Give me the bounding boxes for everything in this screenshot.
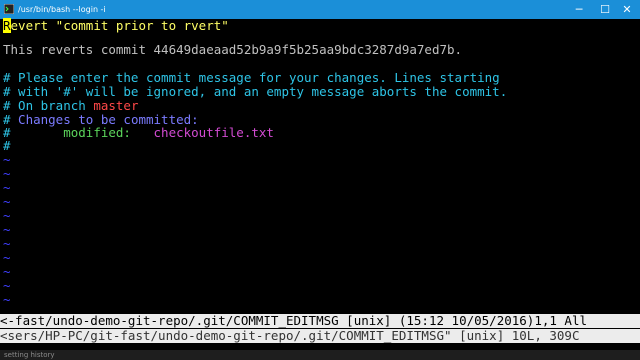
empty-line-tilde: ~	[3, 278, 11, 293]
editor-line-7: # On branch master	[3, 99, 138, 113]
editor-line-3: This reverts commit 44649daeaad52b9a9f5b…	[3, 42, 463, 57]
window-footer: setting history	[0, 350, 640, 360]
empty-line-tilde: ~	[3, 264, 11, 279]
vim-status-line-active: <-fast/undo-demo-git-repo/.git/COMMIT_ED…	[0, 314, 640, 328]
editor-line-10: #	[3, 138, 11, 153]
footer-ghost-text: setting history	[4, 351, 55, 359]
close-button[interactable]: ✕	[614, 0, 640, 19]
empty-line-tilde: ~	[3, 166, 11, 181]
terminal-window: /usr/bin/bash --login -i ─ ☐ ✕ Revert "c…	[0, 0, 640, 360]
empty-line-tilde: ~	[3, 236, 11, 251]
commit-subject: evert "commit prior to rvert"	[10, 18, 229, 33]
empty-line-tilde: ~	[3, 194, 11, 209]
empty-line-tilde: ~	[3, 222, 11, 237]
empty-line-tilde: ~	[3, 180, 11, 195]
editor-line-5: # Please enter the commit message for yo…	[3, 70, 500, 85]
minimize-button[interactable]: ─	[566, 0, 592, 19]
modified-filename: checkoutfile.txt	[130, 125, 274, 140]
empty-line-tilde: ~	[3, 152, 11, 167]
title-bar[interactable]: /usr/bin/bash --login -i ─ ☐ ✕	[0, 0, 640, 19]
modified-label: modified:	[10, 125, 131, 140]
editor-line-9: # modified: checkoutfile.txt	[3, 126, 274, 140]
empty-line-tilde: ~	[3, 292, 11, 307]
empty-line-tilde: ~	[3, 208, 11, 223]
empty-line-tilde: ~	[3, 250, 11, 265]
vim-status-line-inactive: <sers/HP-PC/git-fast/undo-demo-git-repo/…	[0, 329, 640, 343]
cursor: R	[3, 18, 11, 33]
vim-editor-area[interactable]: Revert "commit prior to rvert" This reve…	[0, 18, 640, 350]
branch-name: master	[93, 98, 139, 113]
editor-line-6: # with '#' will be ignored, and an empty…	[3, 84, 508, 99]
on-branch-label: # On branch	[3, 98, 94, 113]
editor-line-1: Revert "commit prior to rvert"	[3, 18, 229, 33]
window-title: /usr/bin/bash --login -i	[18, 5, 106, 14]
terminal-app-icon	[4, 4, 14, 14]
